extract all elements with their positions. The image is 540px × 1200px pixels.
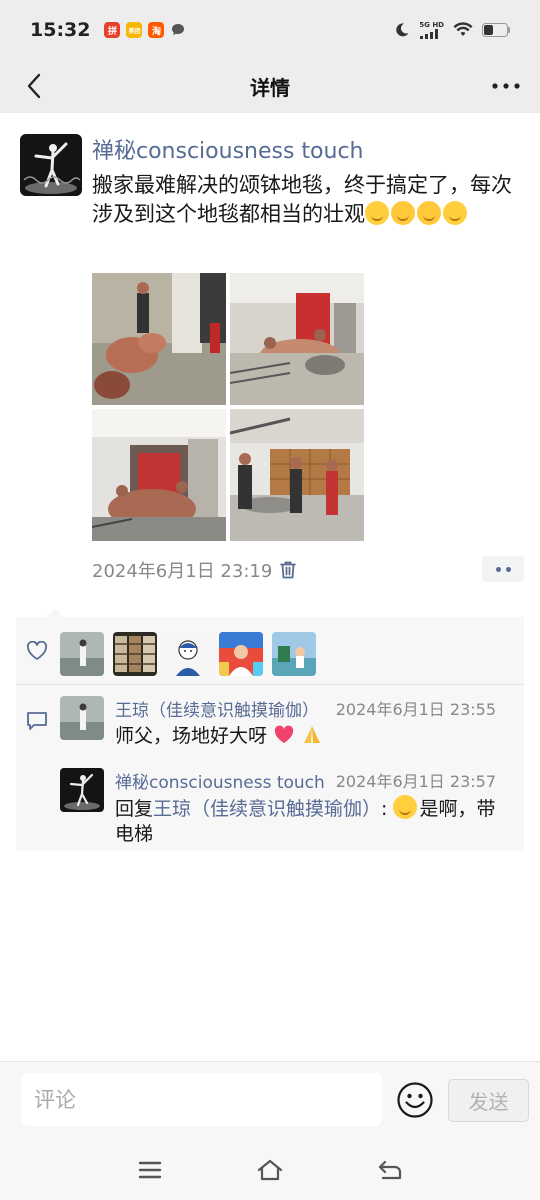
reply-prefix: 回复: [115, 798, 154, 820]
author-avatar[interactable]: [20, 134, 82, 196]
photo-grid: [92, 273, 364, 541]
commenter-avatar[interactable]: [60, 768, 104, 812]
comment-bar: 发送: [0, 1061, 540, 1140]
comment-text-body: 师父，场地好大呀: [115, 725, 268, 747]
comment-icon: [26, 711, 48, 735]
home-icon: [257, 1159, 283, 1181]
comment-time: 2024年6月1日 23:57: [335, 772, 496, 791]
wink-emoji-icon: [443, 201, 467, 225]
status-time: 15:32: [30, 19, 91, 41]
moon-icon: [394, 22, 410, 38]
liker-avatars: [60, 632, 316, 676]
more-dots-icon: [492, 83, 520, 89]
post-timestamp-row: 2024年6月1日 23:19: [92, 557, 297, 583]
commenter-avatar[interactable]: [60, 696, 104, 740]
pray-emoji-icon: [301, 723, 323, 752]
more-options-button[interactable]: [486, 66, 526, 106]
page-title: 详情: [250, 76, 290, 100]
home-button[interactable]: [254, 1154, 286, 1186]
trash-icon[interactable]: [280, 561, 297, 579]
post-author-name[interactable]: 禅秘consciousness touch: [92, 133, 364, 165]
send-button[interactable]: 发送: [448, 1079, 529, 1122]
likes-row: [16, 617, 524, 685]
post-timestamp: 2024年6月1日 23:19: [92, 561, 273, 582]
chevron-left-icon: [27, 73, 41, 99]
post-text: 搬家最难解决的颂钵地毯，终于搞定了，每次涉及到这个地毯都相当的壮观: [92, 171, 524, 229]
post-photo-2[interactable]: [230, 273, 364, 405]
nav-bar: 详情: [0, 60, 540, 113]
back-button[interactable]: [14, 66, 54, 106]
reply-to-name[interactable]: 王琼（佳续意识触摸瑜伽）: [153, 798, 381, 820]
liker-avatar[interactable]: [60, 632, 104, 676]
emoji-button[interactable]: [396, 1081, 434, 1119]
commenter-name[interactable]: 王琼（佳续意识触摸瑜伽）: [115, 696, 319, 721]
post-photo-4[interactable]: [230, 409, 364, 541]
pdd-app-icon: 拼: [104, 22, 121, 38]
liker-avatar[interactable]: [113, 632, 157, 676]
comment-item[interactable]: 禅秘consciousness touch 2024年6月1日 23:57 回复…: [60, 768, 510, 848]
liker-avatar[interactable]: [166, 632, 210, 676]
menu-button[interactable]: [134, 1154, 166, 1186]
liker-avatar[interactable]: [219, 632, 263, 676]
sweat-smile-emoji-icon: [365, 201, 389, 225]
comment-time: 2024年6月1日 23:55: [335, 700, 496, 719]
signal-icon: 5G HD: [419, 21, 444, 39]
meituan-app-icon: 美团: [126, 22, 143, 38]
post-photo-3[interactable]: [92, 409, 226, 541]
comment-text: 回复王琼（佳续意识触摸瑜伽）: 是啊，带电梯: [115, 795, 510, 847]
commenter-name[interactable]: 禅秘consciousness touch: [115, 768, 325, 793]
battery-icon: [482, 23, 510, 37]
post-photo-1[interactable]: [92, 273, 226, 405]
smiley-icon: [397, 1082, 433, 1118]
like-comment-menu-button[interactable]: [482, 556, 524, 582]
chat-bubble-icon: [170, 22, 186, 38]
liker-avatar[interactable]: [272, 632, 316, 676]
reply-colon: :: [381, 798, 394, 820]
comment-item[interactable]: 王琼（佳续意识触摸瑜伽） 2024年6月1日 23:55 师父，场地好大呀: [60, 696, 510, 756]
comment-input[interactable]: [22, 1073, 382, 1126]
comment-text: 师父，场地好大呀: [115, 723, 510, 752]
menu-icon: [138, 1161, 162, 1179]
taobao-app-icon: 淘: [148, 22, 165, 38]
system-nav-bar: [0, 1140, 540, 1200]
heart-icon: [26, 640, 48, 665]
likes-comments-panel: 王琼（佳续意识触摸瑜伽） 2024年6月1日 23:55 师父，场地好大呀 禅秘…: [16, 608, 524, 851]
status-bar: 15:32 拼 美团 淘 5G HD: [0, 0, 540, 60]
wifi-icon: [453, 22, 473, 38]
back-nav-button[interactable]: [374, 1154, 406, 1186]
grin-emoji-icon: [393, 795, 418, 819]
network-label: 5G HD: [419, 21, 444, 29]
heart-emoji-icon: [273, 725, 295, 752]
panel-caret: [46, 608, 64, 617]
crying-laughing-emoji-icon-2: [417, 201, 441, 225]
status-indicators: 5G HD: [394, 21, 510, 39]
return-icon: [378, 1160, 402, 1180]
crying-laughing-emoji-icon: [391, 201, 415, 225]
